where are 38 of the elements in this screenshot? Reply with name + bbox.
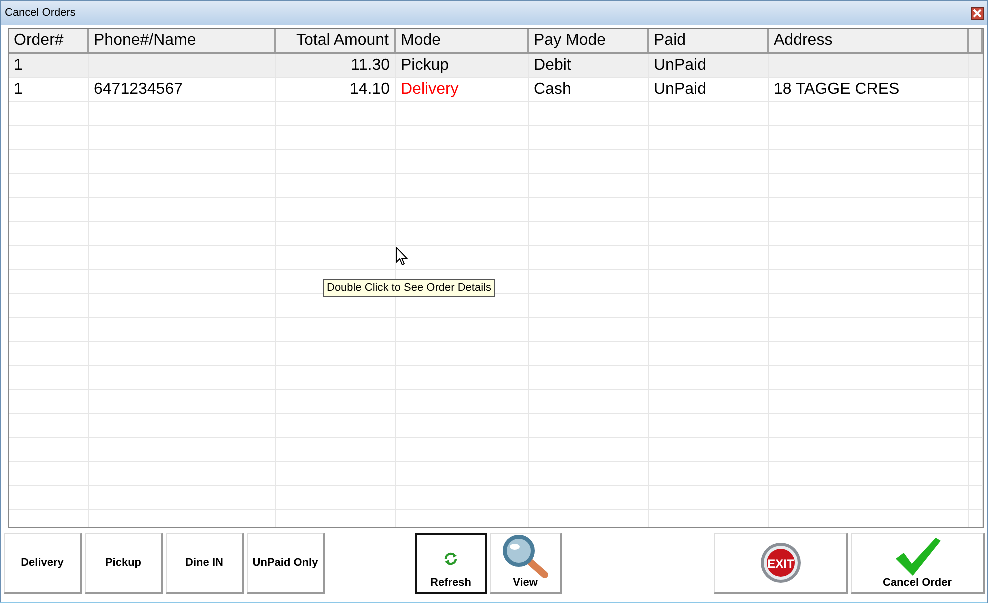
magnifier-icon: [500, 535, 550, 579]
refresh-button[interactable]: Refresh: [415, 533, 487, 594]
column-header[interactable]: Address: [769, 29, 969, 52]
table-cell: UnPaid: [654, 81, 706, 98]
filter-button[interactable]: Dine IN: [166, 533, 244, 594]
column-header[interactable]: Total Amount: [276, 29, 396, 52]
table-cell: UnPaid: [654, 57, 706, 74]
exit-button[interactable]: EXIT: [714, 533, 848, 594]
table-cell: Pickup: [401, 57, 450, 74]
table-cell: 1: [14, 81, 23, 98]
column-header[interactable]: Phone#/Name: [89, 29, 276, 52]
table-cell: Delivery: [401, 81, 459, 98]
filter-button[interactable]: UnPaid Only: [247, 533, 325, 594]
table-cell: 11.30: [351, 57, 390, 74]
filter-button[interactable]: Pickup: [85, 533, 163, 594]
close-button[interactable]: [971, 6, 984, 20]
cancel-order-button[interactable]: Cancel Order: [851, 533, 985, 594]
view-button[interactable]: View: [490, 533, 562, 594]
table-cell: 1: [14, 57, 23, 74]
table-row[interactable]: 1 6471234567 14.10 Delivery Cash UnPaid 18 TAGGE CRES: [9, 78, 983, 102]
refresh-icon: [444, 552, 458, 566]
column-header[interactable]: Paid: [649, 29, 769, 52]
table-cell: 14.10: [350, 81, 390, 98]
column-header[interactable]: Mode: [396, 29, 529, 52]
table-cell: Cash: [534, 81, 572, 98]
tooltip: Double Click to See Order Details: [323, 279, 496, 297]
column-header[interactable]: Order#: [9, 29, 89, 52]
column-header[interactable]: Pay Mode: [529, 29, 649, 52]
filter-button[interactable]: Delivery: [4, 533, 82, 594]
table-row[interactable]: 1 11.30 Pickup Debit UnPaid: [9, 54, 983, 78]
window-title: Cancel Orders: [5, 7, 76, 19]
table-cell: 18 TAGGE CRES: [774, 81, 900, 98]
exit-icon: EXIT: [760, 542, 802, 584]
table-cell: 6471234567: [94, 81, 183, 98]
checkmark-icon: [894, 537, 942, 577]
close-icon: [973, 8, 982, 18]
mouse-pointer-icon: [396, 247, 408, 266]
table-cell: Debit: [534, 57, 572, 74]
